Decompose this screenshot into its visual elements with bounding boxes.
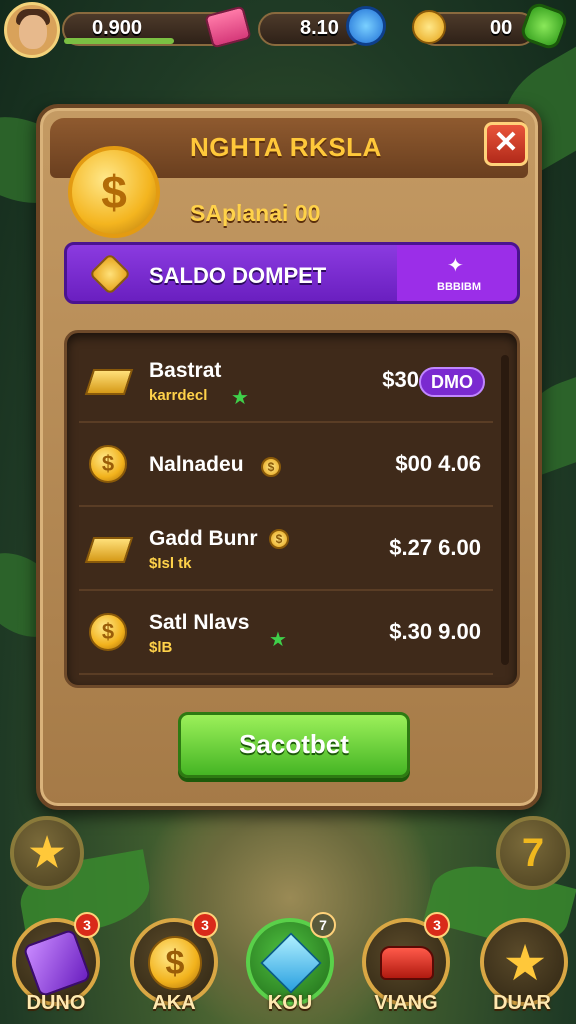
notification-badge: 3	[74, 912, 100, 938]
nav-label: DUAR	[493, 992, 551, 1014]
nav-label: AKA	[152, 992, 196, 1014]
panel-subtitle: SAplanai 00	[190, 200, 321, 226]
coin-icon: $	[89, 613, 127, 651]
top-resource-bar: 0.900 8.10 00	[0, 0, 576, 58]
player-avatar[interactable]	[4, 2, 60, 58]
sparkle-icon: ✦	[447, 255, 464, 277]
green-star-icon: ★	[231, 387, 249, 409]
purple-gem-icon	[22, 928, 92, 998]
wallet-side-button[interactable]: ✦ BBBIBM	[397, 245, 517, 301]
item-name: Nalnadeu	[149, 453, 244, 476]
item-subtitle: $Isl tk	[149, 555, 192, 572]
star-icon: ★	[29, 831, 65, 875]
confirm-button[interactable]: Sacotbet	[178, 712, 410, 778]
gold-coin-icon: $	[148, 936, 202, 990]
big-coin-icon: $	[68, 146, 160, 238]
gold-gem-icon	[88, 252, 132, 296]
coin-icon	[412, 10, 446, 44]
red-car-icon	[380, 946, 434, 980]
item-name: Satl Nlavs	[149, 611, 250, 634]
gold-star-icon: ★	[502, 935, 548, 991]
gems-value: 8.10	[300, 17, 339, 39]
mini-coin-icon: $	[269, 529, 289, 549]
nav-label: KOU	[267, 992, 313, 1014]
list-item[interactable]: Gadd Bunr $ $Isl tk $.27 6.00	[79, 507, 493, 591]
list-item[interactable]: Bastrat karrdecl ★ $30 DMO	[79, 339, 493, 423]
gold-bar-icon	[84, 537, 134, 563]
coin-icon: $	[89, 445, 127, 483]
wallet-panel: NGHTA RKSLA ✕ $ SAplanai 00 SALDO DOMPET…	[36, 104, 542, 810]
transaction-list[interactable]: Bastrat karrdecl ★ $30 DMO $ Nalnadeu $ …	[64, 330, 520, 688]
wallet-label: SALDO DOMPET	[149, 263, 327, 288]
item-tag-pill[interactable]: DMO	[419, 367, 485, 397]
item-name: Bastrat	[149, 359, 222, 382]
item-amount: $.27 6.00	[389, 535, 481, 560]
notification-badge: 3	[424, 912, 450, 938]
blue-gem-icon[interactable]	[346, 6, 386, 46]
mini-coin-icon: $	[261, 457, 281, 477]
nav-label: VIANG	[374, 992, 438, 1014]
item-subtitle: $lB	[149, 639, 173, 656]
close-button[interactable]: ✕	[484, 122, 528, 166]
notification-badge: 3	[192, 912, 218, 938]
side-button-right[interactable]: 7	[496, 816, 570, 890]
list-item[interactable]: $ Nalnadeu $ $00 4.06	[79, 423, 493, 507]
seven-icon: 7	[521, 831, 545, 875]
gold-bar-icon	[84, 369, 134, 395]
list-scrollbar[interactable]	[501, 355, 509, 665]
green-star-icon: ★	[269, 629, 287, 651]
notification-badge: 7	[310, 912, 336, 938]
gold-value: 0.900	[92, 17, 143, 39]
item-amount: $00 4.06	[395, 451, 481, 476]
side-button-left[interactable]: ★	[10, 816, 84, 890]
nav-label: DUNO	[26, 992, 86, 1014]
coins-value: 00	[490, 17, 513, 39]
list-item[interactable]: $ Satl Nlavs $lB ★ $.30 9.00	[79, 591, 493, 675]
item-subtitle: karrdecl	[149, 387, 208, 404]
blue-crystal-icon	[260, 932, 322, 994]
wallet-side-label: BBBIBM	[437, 281, 481, 293]
item-amount: $30	[382, 367, 419, 392]
item-name: Gadd Bunr	[149, 527, 258, 550]
wallet-balance-bar[interactable]: SALDO DOMPET ✦ BBBIBM	[64, 242, 520, 304]
item-amount: $.30 9.00	[389, 619, 481, 644]
panel-title: NGHTA RKSLA	[190, 132, 382, 162]
